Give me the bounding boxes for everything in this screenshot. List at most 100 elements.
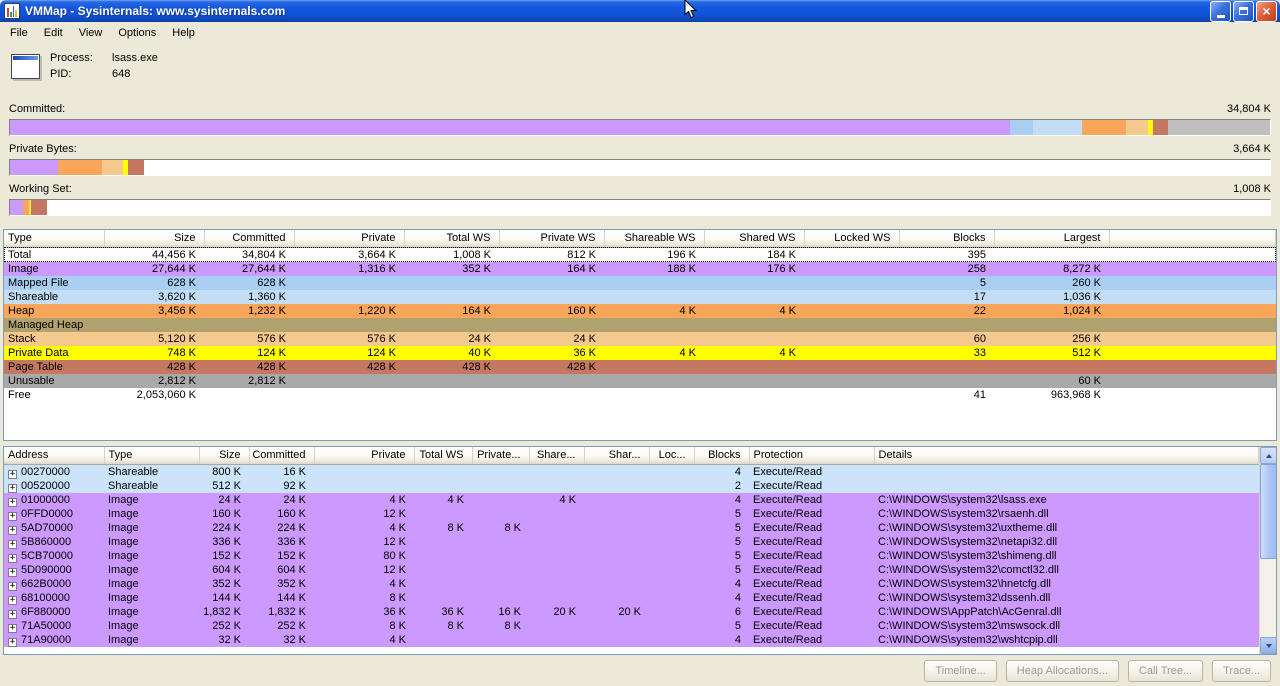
- scroll-down-button[interactable]: [1260, 637, 1276, 654]
- column-header-private-ws[interactable]: Private WS: [499, 230, 605, 248]
- menu-item-view[interactable]: View: [71, 24, 111, 42]
- menu-item-options[interactable]: Options: [110, 24, 164, 42]
- cell-loc: [649, 479, 694, 493]
- vertical-scrollbar[interactable]: [1259, 447, 1276, 654]
- summary-row-page-table[interactable]: Page Table 428 K 428 K 428 K 428 K 428 K: [4, 359, 1276, 374]
- cell-total-ws: 40 K: [468, 346, 491, 359]
- column-header-private[interactable]: Private...: [472, 447, 530, 465]
- close-button[interactable]: ×: [1256, 0, 1277, 22]
- column-header-type[interactable]: Type: [4, 230, 105, 248]
- cell-size: 3,620 K: [158, 290, 196, 303]
- vmmap-app-icon[interactable]: [4, 3, 20, 19]
- column-header-locked-ws[interactable]: Locked WS: [804, 230, 900, 248]
- cell-blocks: 2: [734, 479, 741, 492]
- cell-size: 152 K: [212, 549, 241, 562]
- scroll-up-button[interactable]: [1260, 447, 1276, 464]
- cell-blocks: [899, 374, 994, 388]
- menu-item-help[interactable]: Help: [164, 24, 203, 42]
- region-row-6f880000[interactable]: +6F880000 Image 1,832 K 1,832 K 36 K 36 K 16 K…: [4, 604, 1259, 619]
- heap-allocations-button[interactable]: Heap Allocations...: [1005, 659, 1119, 682]
- summary-row-total[interactable]: Total 44,456 K 34,804 K 3,664 K 1,008 K 812 K…: [4, 247, 1276, 262]
- title-bar[interactable]: VMMap - Sysinternals: www.sysinternals.c…: [0, 0, 1280, 22]
- column-header-committed[interactable]: Committed: [249, 447, 315, 465]
- cell-share: [529, 577, 584, 591]
- column-header-size[interactable]: Size: [199, 447, 250, 465]
- expand-icon[interactable]: +: [8, 567, 17, 577]
- column-header-details[interactable]: Details: [874, 447, 1259, 465]
- column-header-size[interactable]: Size: [104, 230, 205, 248]
- call-tree-button[interactable]: Call Tree...: [1127, 659, 1204, 682]
- summary-row-mapped-file[interactable]: Mapped File 628 K 628 K 5 260 K: [4, 275, 1276, 290]
- region-row-00520000[interactable]: +00520000 Shareable 512 K 92 K 2 Execute/Read: [4, 478, 1259, 493]
- column-header-type[interactable]: Type: [104, 447, 200, 465]
- column-header-protection[interactable]: Protection: [749, 447, 875, 465]
- column-header-loc[interactable]: Loc...: [649, 447, 695, 465]
- column-header-largest[interactable]: Largest: [994, 230, 1110, 248]
- address-text: 00270000: [21, 465, 70, 478]
- cell-total-ws: 36 K: [441, 605, 464, 618]
- cell-type: Image: [108, 577, 139, 590]
- expand-icon[interactable]: +: [8, 511, 17, 521]
- scrollbar-thumb[interactable]: [1260, 464, 1276, 559]
- menu-item-file[interactable]: File: [2, 24, 36, 42]
- expand-icon[interactable]: +: [8, 525, 17, 535]
- summary-row-image[interactable]: Image 27,644 K 27,644 K 1,316 K 352 K 164 K 18…: [4, 261, 1276, 276]
- column-header-address[interactable]: Address: [4, 447, 105, 465]
- maximize-button[interactable]: [1233, 0, 1254, 22]
- address-text: 5D090000: [21, 563, 72, 576]
- cell-details: C:\WINDOWS\AppPatch\AcGenral.dll: [878, 605, 1062, 618]
- menu-item-edit[interactable]: Edit: [36, 24, 71, 42]
- region-row-5b860000[interactable]: +5B860000 Image 336 K 336 K 12 K 5 Execute/Rea…: [4, 534, 1259, 549]
- region-row-5ad70000[interactable]: +5AD70000 Image 224 K 224 K 4 K 8 K 8 K 5 Execut…: [4, 520, 1259, 535]
- column-header-shared-ws[interactable]: Shared WS: [704, 230, 805, 248]
- expand-icon[interactable]: +: [8, 581, 17, 591]
- column-header-private[interactable]: Private: [294, 230, 405, 248]
- cell-shareable-ws: [604, 318, 704, 332]
- address-text: 0FFD0000: [21, 507, 73, 520]
- minimize-button[interactable]: [1210, 0, 1231, 22]
- region-row-71a90000[interactable]: +71A90000 Image 32 K 32 K 4 K 4 Execute/Read C:…: [4, 632, 1259, 647]
- expand-icon[interactable]: +: [8, 623, 17, 633]
- expand-icon[interactable]: +: [8, 539, 17, 549]
- summary-row-private-data[interactable]: Private Data 748 K 124 K 124 K 40 K 36 K 4 K 4 …: [4, 345, 1276, 360]
- expand-icon[interactable]: +: [8, 595, 17, 605]
- cell-committed: 27,644 K: [241, 262, 286, 275]
- region-row-71a50000[interactable]: +71A50000 Image 252 K 252 K 8 K 8 K 8 K 5 Execut…: [4, 618, 1259, 633]
- summary-row-heap[interactable]: Heap 3,456 K 1,232 K 1,220 K 164 K 160 K 4 K 4 …: [4, 303, 1276, 318]
- column-header-total-ws[interactable]: Total WS: [404, 230, 500, 248]
- summary-row-managed-heap[interactable]: Managed Heap: [4, 317, 1276, 332]
- region-row-5cb70000[interactable]: +5CB70000 Image 152 K 152 K 80 K 5 Execute/Rea…: [4, 548, 1259, 563]
- column-header-committed[interactable]: Committed: [204, 230, 295, 248]
- cell-filler: [1109, 374, 1276, 388]
- summary-row-free[interactable]: Free 2,053,060 K 41 963,968 K: [4, 387, 1276, 402]
- region-row-0ffd0000[interactable]: +0FFD0000 Image 160 K 160 K 12 K 5 Execute/Rea…: [4, 506, 1259, 521]
- timeline-button[interactable]: Timeline...: [924, 659, 997, 682]
- column-header-blocks[interactable]: Blocks: [694, 447, 750, 465]
- column-header-shareable-ws[interactable]: Shareable WS: [604, 230, 705, 248]
- region-row-5d090000[interactable]: +5D090000 Image 604 K 604 K 12 K 5 Execute/Rea…: [4, 562, 1259, 577]
- address-text: 00520000: [21, 479, 70, 492]
- trace-button[interactable]: Trace...: [1212, 659, 1271, 682]
- region-row-68100000[interactable]: +68100000 Image 144 K 144 K 8 K 4 Execute/Read…: [4, 590, 1259, 605]
- expand-icon[interactable]: +: [8, 497, 17, 507]
- column-header-total-ws[interactable]: Total WS: [414, 447, 473, 465]
- region-row-01000000[interactable]: +01000000 Image 24 K 24 K 4 K 4 K 4 K 4 Execute/…: [4, 492, 1259, 507]
- column-header-blocks[interactable]: Blocks: [899, 230, 995, 248]
- summary-row-unusable[interactable]: Unusable 2,812 K 2,812 K 60 K: [4, 373, 1276, 388]
- cell-shared-ws: [704, 388, 804, 402]
- expand-icon[interactable]: +: [8, 483, 17, 493]
- column-header-share[interactable]: Share...: [529, 447, 585, 465]
- region-row-00270000[interactable]: +00270000 Shareable 800 K 16 K 4 Execute/Read: [4, 464, 1259, 479]
- cell-protection: Execute/Read: [753, 521, 823, 534]
- expand-icon[interactable]: +: [8, 609, 17, 619]
- cell-blocks: [899, 360, 994, 374]
- summary-row-shareable[interactable]: Shareable 3,620 K 1,360 K 17 1,036 K: [4, 289, 1276, 304]
- expand-icon[interactable]: +: [8, 469, 17, 479]
- summary-row-stack[interactable]: Stack 5,120 K 576 K 576 K 24 K 24 K 60 256 K: [4, 331, 1276, 346]
- expand-icon[interactable]: +: [8, 637, 17, 647]
- region-row-662b0000[interactable]: +662B0000 Image 352 K 352 K 4 K 4 Execute/Read…: [4, 576, 1259, 591]
- cell-committed: 152 K: [277, 549, 306, 562]
- column-header-private[interactable]: Private: [314, 447, 415, 465]
- expand-icon[interactable]: +: [8, 553, 17, 563]
- column-header-shar[interactable]: Shar...: [584, 447, 650, 465]
